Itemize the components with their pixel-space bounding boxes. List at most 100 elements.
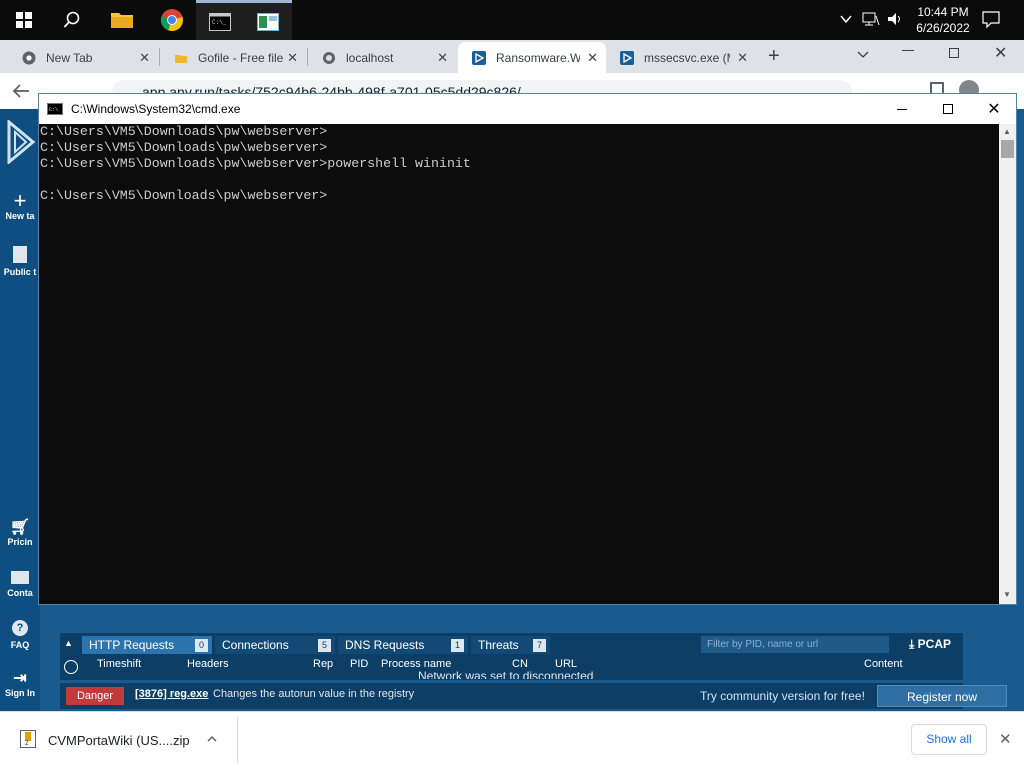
close-icon[interactable]: ✕ <box>287 50 298 66</box>
clock-date: 6/26/2022 <box>916 21 970 35</box>
cmd-title-bar[interactable]: C:\ C:\Windows\System32\cmd.exe <box>39 94 1016 124</box>
download-file-name[interactable]: CVMPortaWiki (US....zip <box>48 733 190 748</box>
cart-icon: 🛒︎ <box>9 519 31 536</box>
count-badge: 5 <box>318 639 331 652</box>
tab-label: New Tab <box>46 50 93 65</box>
tab-connections[interactable]: Connections 5 <box>215 636 335 654</box>
search-button[interactable] <box>48 0 96 40</box>
chrome-button[interactable] <box>148 0 196 40</box>
tab-mssecsvc[interactable]: mssecsvc.exe (M ✕ <box>606 42 756 73</box>
sidebar-item-contacts[interactable]: Conta <box>0 571 40 598</box>
cmd-icon: C:\ <box>47 103 63 115</box>
tab-label: Gofile - Free file <box>198 50 284 65</box>
sidebar-item-label: Sign In <box>5 688 35 698</box>
column-header[interactable]: Content <box>864 657 903 671</box>
column-header[interactable]: PID <box>350 657 368 671</box>
windows-logo-icon <box>16 12 32 28</box>
count-badge: 7 <box>533 639 546 652</box>
tab-http-requests[interactable]: HTTP Requests 0 <box>82 636 212 654</box>
sidebar-item-label: Conta <box>7 588 33 598</box>
app-taskbar-button[interactable] <box>244 0 292 40</box>
chevron-up-icon[interactable] <box>839 12 853 29</box>
scroll-down-arrow-icon[interactable]: ▼ <box>1003 590 1011 599</box>
browser-close-icon[interactable]: ✕ <box>994 43 1007 63</box>
file-explorer-button[interactable] <box>98 0 146 40</box>
close-button[interactable]: ✕ <box>971 94 1017 124</box>
minimize-icon <box>897 108 907 110</box>
register-button[interactable]: Register now <box>877 685 1007 707</box>
danger-badge: Danger <box>66 687 124 705</box>
pcap-label: PCAP <box>917 637 951 651</box>
tab-label: DNS Requests <box>345 638 425 652</box>
promo-text[interactable]: Try community version for free! <box>700 689 865 703</box>
vertical-scrollbar[interactable]: ▲ ▼ <box>999 124 1016 604</box>
tab-label: HTTP Requests <box>89 638 175 652</box>
column-header[interactable]: Rep <box>313 657 333 671</box>
sidebar-item-label: Public t <box>3 267 37 277</box>
tab-label: localhost <box>346 50 394 65</box>
close-icon[interactable]: ✕ <box>139 50 150 66</box>
show-all-button[interactable]: Show all <box>911 724 987 755</box>
start-button[interactable] <box>0 0 48 40</box>
tab-label: mssecsvc.exe (M <box>644 50 730 65</box>
console-output[interactable]: C:\Users\VM5\Downloads\pw\webserver> C:\… <box>39 124 999 604</box>
back-arrow-icon[interactable] <box>12 83 30 102</box>
cmd-taskbar-button[interactable]: C:\_ <box>196 0 244 40</box>
network-icon[interactable] <box>862 11 880 30</box>
sidebar-item-label: New ta <box>5 211 35 221</box>
scroll-up-arrow-icon[interactable]: ▲ <box>1003 127 1011 136</box>
sidebar-item-sign-in[interactable]: ⇥ Sign In <box>0 670 40 698</box>
sidebar-item-faq[interactable]: ? FAQ <box>0 620 40 650</box>
anyrun-logo-icon[interactable] <box>6 118 36 167</box>
filter-input[interactable]: Filter by PID, name or url <box>701 636 889 653</box>
anyrun-icon <box>620 50 634 65</box>
anyrun-icon <box>472 50 486 65</box>
globe-icon <box>322 51 336 65</box>
plus-icon: + <box>13 188 27 213</box>
taskbar: C:\_ 10:44 PM 6/26/2022 <box>0 0 1024 40</box>
browser-minimize-icon[interactable] <box>902 50 914 51</box>
count-badge: 0 <box>195 639 208 652</box>
close-download-bar-icon[interactable]: ✕ <box>999 730 1012 748</box>
tab-new-tab[interactable]: New Tab ✕ <box>8 42 158 73</box>
tab-localhost[interactable]: localhost ✕ <box>308 42 456 73</box>
cmd-window[interactable]: C:\ C:\Windows\System32\cmd.exe ✕ C:\Use… <box>38 93 1017 605</box>
scrollbar-thumb[interactable] <box>1001 140 1014 158</box>
column-header[interactable]: Timeshift <box>97 657 141 671</box>
close-icon[interactable]: ✕ <box>437 50 448 66</box>
clock[interactable]: 10:44 PM 6/26/2022 <box>908 4 978 36</box>
close-icon[interactable]: ✕ <box>737 50 748 66</box>
maximize-button[interactable] <box>925 94 971 124</box>
tab-dns-requests[interactable]: DNS Requests 1 <box>338 636 468 654</box>
mail-icon <box>11 571 29 584</box>
gofile-icon <box>174 51 188 65</box>
column-header[interactable]: Headers <box>187 657 229 671</box>
collapse-arrow-icon[interactable]: ▲ <box>64 638 73 648</box>
download-menu-chevron-icon[interactable] <box>206 733 218 747</box>
tab-threats[interactable]: Threats 7 <box>471 636 550 654</box>
volume-icon[interactable] <box>886 11 904 30</box>
tab-gofile[interactable]: Gofile - Free file ✕ <box>160 42 306 73</box>
pcap-button[interactable]: ⤓ PCAP <box>909 637 951 652</box>
clock-time: 10:44 PM <box>917 5 969 19</box>
new-tab-plus-icon[interactable]: + <box>768 45 780 68</box>
notification-icon[interactable] <box>982 11 1000 32</box>
tab-ransomware[interactable]: Ransomware.W ✕ <box>458 42 606 73</box>
close-icon[interactable]: ✕ <box>587 50 598 66</box>
sidebar-item-public-tasks[interactable]: Public t <box>0 246 40 277</box>
chrome-icon <box>160 9 183 32</box>
svg-text:C:\_: C:\_ <box>212 19 227 26</box>
process-link[interactable]: [3876] reg.exe <box>135 688 208 700</box>
minimize-button[interactable] <box>879 94 925 124</box>
search-icon <box>63 11 80 28</box>
download-icon: ⤓ <box>909 637 915 651</box>
browser-restore-icon[interactable] <box>949 48 959 58</box>
terminal-icon: C:\_ <box>209 12 231 31</box>
globe-icon[interactable] <box>64 660 78 674</box>
network-status-message: Network was set to disconnected <box>418 669 594 679</box>
sidebar-item-new-task[interactable]: + New ta <box>0 188 40 222</box>
tab-search-chevron-icon[interactable] <box>856 47 870 64</box>
sidebar-item-pricing[interactable]: 🛒︎ Pricin <box>0 519 40 547</box>
cmd-title: C:\Windows\System32\cmd.exe <box>71 102 241 116</box>
document-icon <box>13 246 27 263</box>
